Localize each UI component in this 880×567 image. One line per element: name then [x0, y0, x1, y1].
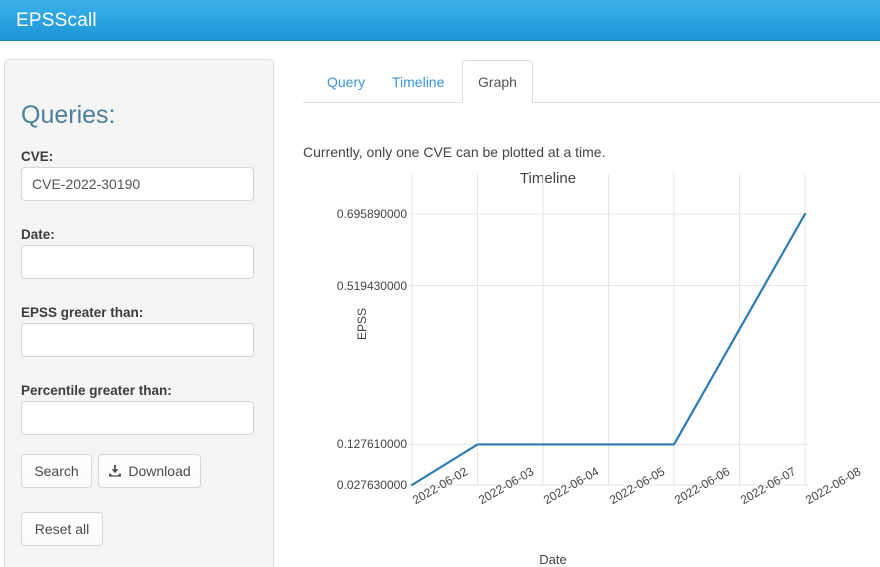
search-button[interactable]: Search	[21, 454, 92, 488]
download-button-label: Download	[128, 463, 191, 479]
y-axis-tick-label: 0.027630000	[336, 478, 407, 492]
app-brand-link[interactable]: EPSScall	[16, 0, 97, 41]
tab-timeline-label: Timeline	[392, 74, 445, 90]
date-input[interactable]	[21, 245, 254, 279]
search-button-label: Search	[34, 463, 79, 479]
y-axis-label: EPSS	[355, 307, 369, 340]
queries-panel-title: Queries:	[21, 101, 116, 129]
plot-notice-text: Currently, only one CVE can be plotted a…	[303, 144, 606, 160]
reset-all-button[interactable]: Reset all	[21, 512, 103, 546]
y-axis-tick-label: 0.695890000	[336, 207, 407, 221]
tab-query[interactable]: Query	[311, 60, 368, 103]
reset-all-button-label: Reset all	[34, 521, 90, 537]
tab-query-label: Query	[327, 74, 366, 90]
date-label: Date:	[21, 227, 55, 242]
x-axis-label: Date	[539, 552, 567, 567]
chart-plot-area	[409, 174, 809, 487]
top-navbar: EPSScall	[0, 0, 880, 41]
chart-gridlines	[409, 174, 809, 486]
percentile-greater-than-input[interactable]	[21, 401, 254, 435]
cve-label: CVE:	[21, 149, 54, 164]
timeline-chart: Timeline 0.695890000 0.519430000 0.1276100…	[303, 160, 880, 567]
download-button[interactable]: Download	[98, 454, 201, 488]
y-axis-tick-label: 0.519430000	[336, 278, 407, 293]
download-icon	[108, 464, 122, 478]
tab-graph[interactable]: Graph	[462, 60, 533, 103]
percentile-greater-than-label: Percentile greater than:	[21, 383, 172, 398]
epss-greater-than-label: EPSS greater than:	[21, 305, 144, 320]
epss-greater-than-input[interactable]	[21, 323, 254, 357]
queries-panel: Queries: CVE: Date: EPSS greater than: P…	[4, 59, 274, 567]
cve-input[interactable]	[21, 167, 254, 201]
tab-timeline[interactable]: Timeline	[376, 60, 454, 103]
y-axis-tick-label: 0.127610000	[336, 437, 407, 452]
tab-bar: Query Timeline Graph	[303, 60, 880, 104]
tab-graph-label: Graph	[478, 74, 517, 90]
tab-bottom-border	[303, 102, 880, 103]
